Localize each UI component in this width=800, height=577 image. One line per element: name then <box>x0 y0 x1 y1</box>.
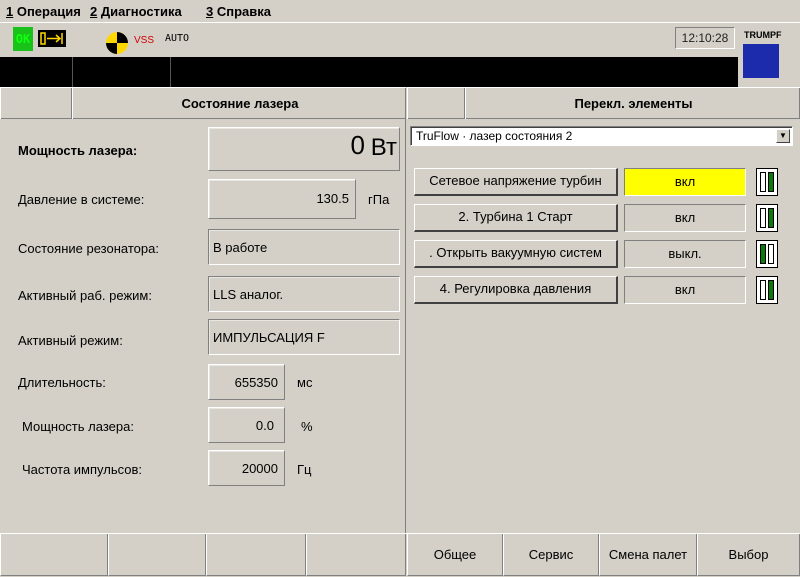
vss-target-icon <box>104 30 130 56</box>
switch-button-vacuum-system[interactable]: . Открыть вакуумную систем <box>414 240 618 268</box>
resonator-state-field: В работе <box>208 229 400 265</box>
fkey-select[interactable]: Выбор <box>697 534 800 576</box>
door-icon <box>38 30 66 47</box>
fkey-blank-3[interactable] <box>206 534 306 576</box>
menu-help[interactable]: 3 Справка <box>206 4 271 19</box>
fkey-blank-4[interactable] <box>306 534 406 576</box>
switch-indicator-icon <box>756 240 778 268</box>
pulse-frequency-unit: Гц <box>297 462 312 477</box>
laser-power-percent-label: Мощность лазера: <box>22 419 134 434</box>
active-mode-field: ИМПУЛЬСАЦИЯ F <box>208 319 400 355</box>
fkey-blank-2[interactable] <box>108 534 206 576</box>
switch-state-turbine-voltage: вкл <box>624 168 746 196</box>
pulse-frequency-label: Частота импульсов: <box>22 462 143 477</box>
clock: 12:10:28 <box>675 27 735 49</box>
switch-button-pressure-control[interactable]: 4. Регулировка давления <box>414 276 618 304</box>
laser-power-field: 0 Вт <box>208 127 400 171</box>
switch-elements-title: Перекл. элементы <box>574 96 693 111</box>
pulse-frequency-field: 20000 <box>208 450 285 486</box>
menu-diagnostics[interactable]: 2 Диагностика <box>90 4 182 19</box>
pulse-frequency-value: 20000 <box>241 461 278 476</box>
system-pressure-label: Давление в системе: <box>18 192 145 207</box>
message-bar-divider <box>170 57 171 87</box>
active-work-mode-value: LLS аналог. <box>213 287 284 302</box>
ok-status-badge: OK <box>13 27 33 51</box>
duration-unit: мс <box>297 375 313 390</box>
system-pressure-field: 130.5 <box>208 179 356 219</box>
vss-label: VSS <box>134 35 155 46</box>
header-tab-blank[interactable] <box>407 88 465 119</box>
header-tab-laser-state[interactable]: Состояние лазера <box>72 88 406 119</box>
menu-operation[interactable]: 1 Операция <box>6 4 81 19</box>
laser-state-dropdown[interactable]: TruFlow · лазер состояния 2 ▼ <box>410 126 793 146</box>
laser-power-percent-field: 0.0 <box>208 407 285 443</box>
system-pressure-value: 130.5 <box>316 191 349 206</box>
fkey-pallet-change[interactable]: Смена палет <box>599 534 697 576</box>
message-bar-divider <box>72 57 73 87</box>
fkey-blank-1[interactable] <box>0 534 108 576</box>
resonator-state-label: Состояние резонатора: <box>18 241 159 256</box>
duration-field: 655350 <box>208 364 285 400</box>
brand-square-icon <box>743 44 779 78</box>
switch-state-vacuum-system: выкл. <box>624 240 746 268</box>
laser-power-value: 0 <box>350 130 365 160</box>
switch-state-turbine-start: вкл <box>624 204 746 232</box>
left-section-header: Состояние лазера <box>0 87 406 119</box>
laser-power-percent-unit: % <box>301 419 313 434</box>
message-bar <box>0 57 738 87</box>
switch-indicator-icon <box>756 204 778 232</box>
brand-logo: TRUMPF <box>744 30 782 40</box>
switch-button-turbine-start[interactable]: 2. Турбина 1 Старт <box>414 204 618 232</box>
right-section-header: Перекл. элементы <box>407 87 800 119</box>
dropdown-value: TruFlow · лазер состояния 2 <box>416 129 573 143</box>
active-mode-label: Активный режим: <box>18 333 123 348</box>
system-pressure-unit: гПа <box>368 192 390 207</box>
switch-button-turbine-voltage[interactable]: Сетевое напряжение турбин <box>414 168 618 196</box>
resonator-state-value: В работе <box>213 240 268 255</box>
duration-label: Длительность: <box>18 375 106 390</box>
switch-indicator-icon <box>756 276 778 304</box>
auto-mode-label: AUTO <box>165 33 190 44</box>
header-tab-blank[interactable] <box>0 88 72 119</box>
active-mode-value: ИМПУЛЬСАЦИЯ F <box>213 330 325 345</box>
laser-power-label: Мощность лазера: <box>18 143 138 158</box>
fkey-service[interactable]: Сервис <box>503 534 599 576</box>
laser-power-percent-value: 0.0 <box>255 418 274 433</box>
laser-power-unit: Вт <box>370 134 397 161</box>
active-work-mode-field: LLS аналог. <box>208 276 400 312</box>
duration-value: 655350 <box>234 375 278 390</box>
switch-indicator-icon <box>756 168 778 196</box>
header-tab-switch-elements[interactable]: Перекл. элементы <box>465 88 800 119</box>
menu-bar: 1 Операция 2 Диагностика 3 Справка <box>0 0 800 22</box>
fkey-general[interactable]: Общее <box>407 534 503 576</box>
active-work-mode-label: Активный раб. режим: <box>18 288 152 303</box>
switch-state-pressure-control: вкл <box>624 276 746 304</box>
chevron-down-icon[interactable]: ▼ <box>776 129 790 143</box>
laser-state-title: Состояние лазера <box>181 96 299 111</box>
